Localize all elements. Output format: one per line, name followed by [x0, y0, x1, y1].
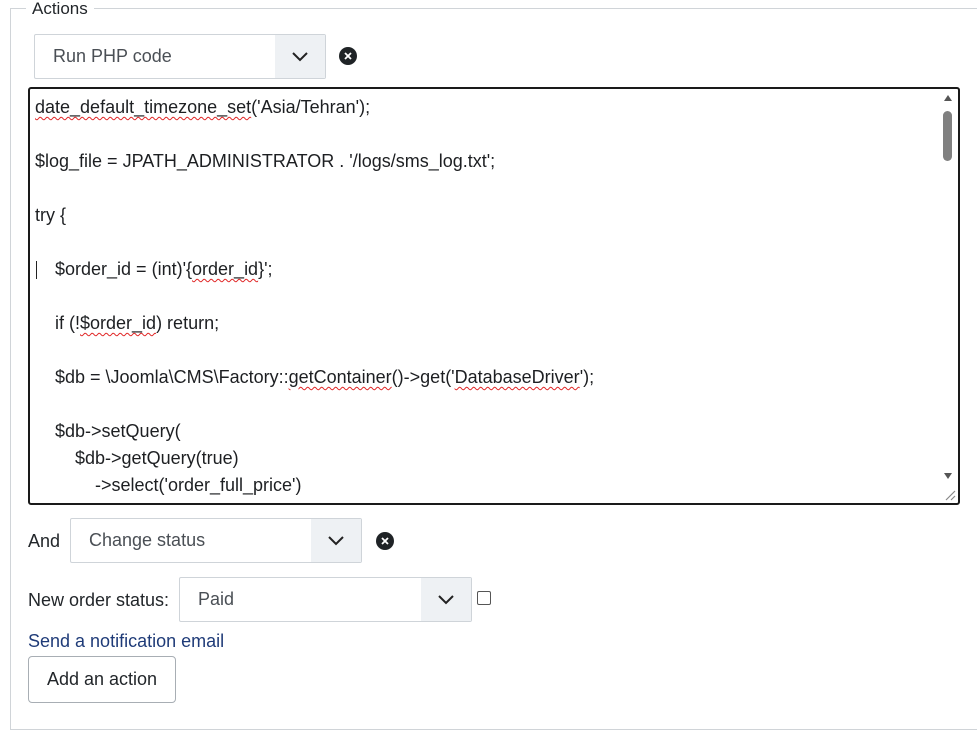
actions-legend: Actions [26, 0, 94, 19]
code-line: try { [35, 205, 67, 225]
add-action-button[interactable]: Add an action [28, 656, 176, 703]
order-status-select[interactable]: Paid [179, 577, 472, 622]
second-action-value: Change status [89, 530, 206, 550]
remove-action-icon[interactable] [339, 47, 357, 65]
second-action-select[interactable]: Change status [70, 518, 362, 563]
status-checkbox[interactable] [477, 591, 491, 605]
code-line: $order_id = (int)'{order_id}'; [35, 259, 273, 279]
chevron-down-icon [275, 35, 325, 78]
scroll-down-icon[interactable] [943, 471, 953, 481]
chevron-down-icon [421, 578, 471, 621]
chevron-down-icon [311, 519, 361, 562]
new-order-status-label: New order status: [28, 590, 170, 610]
code-scrollbar[interactable] [940, 91, 956, 487]
order-status-value: Paid [198, 589, 235, 609]
code-line: $db->getQuery(true) [35, 448, 239, 468]
action-type-value: Run PHP code [53, 46, 172, 66]
code-line: if (!$order_id) return; [35, 313, 220, 333]
and-label: And [28, 531, 61, 551]
resize-handle-icon[interactable] [942, 487, 956, 501]
code-line: $log_file = JPATH_ADMINISTRATOR . '/logs… [35, 151, 496, 171]
scrollbar-thumb[interactable] [943, 111, 952, 161]
text-cursor [36, 261, 37, 279]
remove-action-icon[interactable] [376, 532, 394, 550]
code-line: $db = \Joomla\CMS\Factory::getContainer(… [35, 367, 595, 387]
php-code-textarea[interactable]: date_default_timezone_set('Asia/Tehran')… [28, 87, 960, 505]
action-type-select[interactable]: Run PHP code [34, 34, 326, 79]
scroll-up-icon[interactable] [943, 93, 953, 103]
code-line: date_default_timezone_set('Asia/Tehran')… [35, 97, 371, 117]
code-line: ->select('order_full_price') [35, 475, 302, 495]
code-line: $db->setQuery( [35, 421, 181, 441]
send-notification-email-link[interactable]: Send a notification email [28, 631, 224, 652]
code-content: date_default_timezone_set('Asia/Tehran')… [35, 89, 594, 495]
